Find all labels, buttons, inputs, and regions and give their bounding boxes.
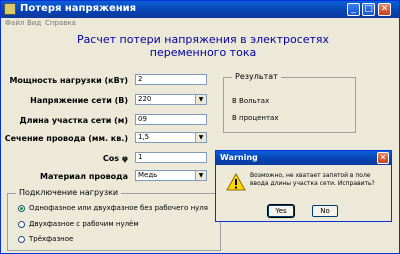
section-select[interactable]: 1,5 ▼ bbox=[135, 132, 207, 143]
menu-view[interactable]: Вид bbox=[27, 19, 41, 27]
load-power-input[interactable]: 2 bbox=[135, 74, 207, 85]
radio-button[interactable] bbox=[18, 236, 25, 243]
section-label: Сечение провода (мм. кв.) bbox=[4, 134, 128, 143]
title-bar[interactable]: Потеря напряжения _ □ ✕ bbox=[1, 1, 399, 18]
heading-line-2: переменного тока bbox=[149, 46, 257, 59]
connection-caption: Подключение нагрузки bbox=[16, 188, 122, 197]
result-group: Результат В Вольтах В процентах bbox=[223, 72, 356, 133]
warning-icon bbox=[226, 172, 246, 195]
maximize-button[interactable]: □ bbox=[362, 3, 375, 16]
load-power-label: Мощность нагрузки (кВт) bbox=[9, 76, 128, 85]
voltage-value: 220 bbox=[138, 95, 152, 103]
no-button[interactable]: No bbox=[312, 205, 338, 217]
menu-help[interactable]: Справка bbox=[45, 19, 76, 27]
dialog-title-bar[interactable]: Warning bbox=[216, 151, 391, 165]
voltage-select[interactable]: 220 ▼ bbox=[135, 94, 207, 105]
cos-phi-label: Cos φ bbox=[102, 154, 128, 163]
yes-button[interactable]: Yes bbox=[267, 204, 295, 218]
length-label: Длина участка сети (м) bbox=[19, 116, 128, 125]
result-volts: В Вольтах bbox=[232, 97, 270, 105]
warning-dialog: Warning ✕ Возможно, не хватает запятой в… bbox=[215, 150, 392, 222]
cos-phi-input[interactable]: 1 bbox=[135, 152, 207, 163]
close-button[interactable]: ✕ bbox=[378, 3, 391, 16]
length-input[interactable]: 09 bbox=[135, 114, 207, 125]
material-label: Материал провода bbox=[40, 172, 128, 181]
connection-group: Подключение нагрузки Однофазное или двух… bbox=[7, 188, 221, 251]
radio-label: Двухфазное с рабочим нулём bbox=[29, 220, 139, 228]
chevron-down-icon[interactable]: ▼ bbox=[195, 95, 206, 104]
menu-bar: Файл Вид Справка bbox=[1, 18, 399, 29]
result-caption: Результат bbox=[232, 72, 281, 81]
page-heading: Расчет потери напряжения в электросетях … bbox=[53, 33, 353, 59]
chevron-down-icon[interactable]: ▼ bbox=[195, 133, 206, 142]
result-percent: В процентах bbox=[232, 114, 279, 122]
voltage-label: Напряжение сети (В) bbox=[30, 96, 128, 105]
menu-file[interactable]: Файл bbox=[5, 19, 24, 27]
minimize-button[interactable]: _ bbox=[347, 3, 360, 16]
radio-button-selected[interactable] bbox=[18, 205, 25, 212]
window-title: Потеря напряжения bbox=[20, 3, 137, 14]
material-select[interactable]: Медь ▼ bbox=[135, 170, 207, 181]
dialog-message: Возможно, не хватает запятой в поле ввод… bbox=[250, 172, 375, 187]
radio-button[interactable] bbox=[18, 221, 25, 228]
chevron-down-icon[interactable]: ▼ bbox=[195, 171, 206, 180]
dialog-title: Warning bbox=[220, 153, 258, 162]
heading-line-1: Расчет потери напряжения в электросетях bbox=[76, 33, 330, 46]
dialog-close-button[interactable]: ✕ bbox=[377, 152, 389, 164]
section-value: 1,5 bbox=[138, 133, 150, 141]
app-icon bbox=[4, 3, 16, 15]
radio-label: Трёхфазное bbox=[29, 235, 74, 243]
material-value: Медь bbox=[138, 171, 158, 179]
radio-label: Однофазное или двухфазное без рабочего н… bbox=[29, 204, 208, 212]
